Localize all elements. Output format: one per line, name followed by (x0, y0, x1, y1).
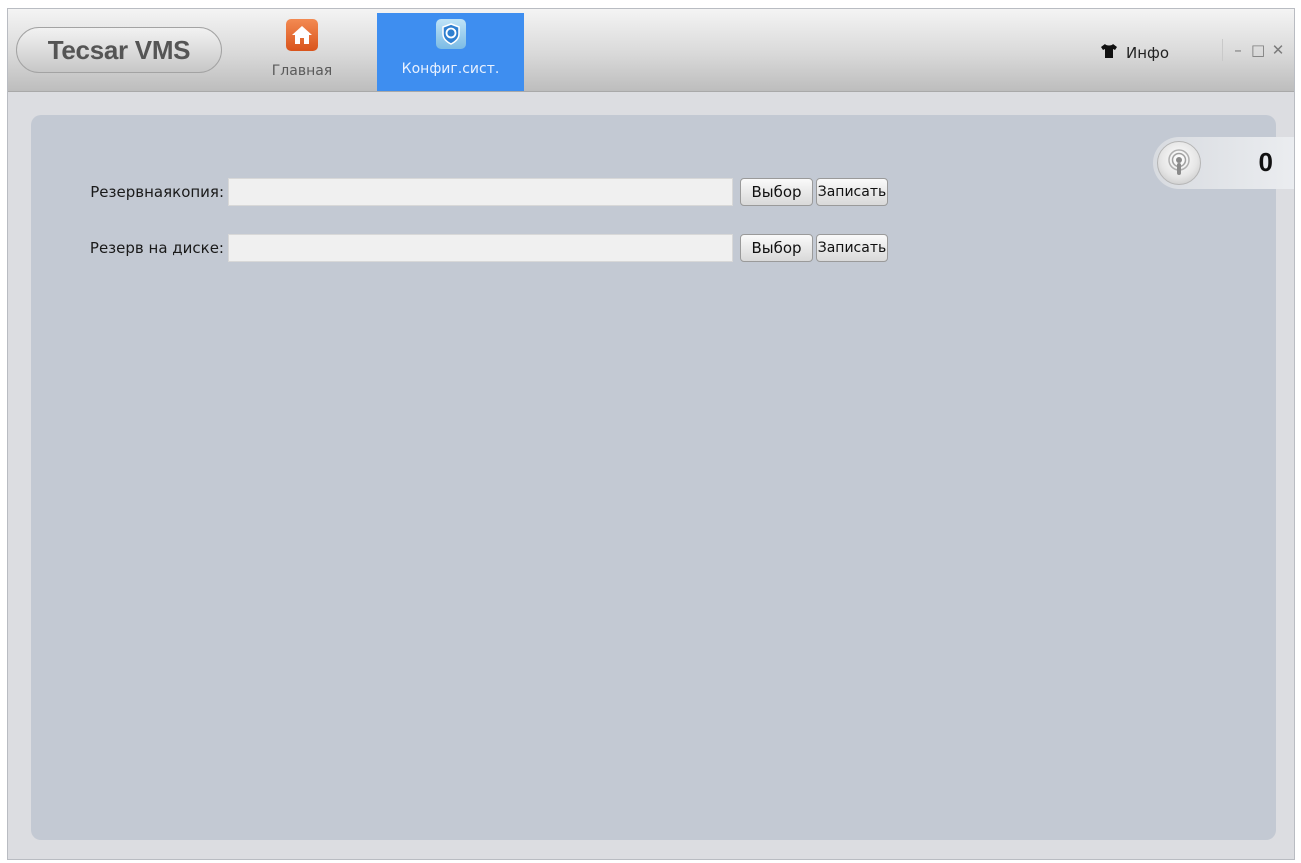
tab-home-label: Главная (271, 63, 333, 79)
alarm-count: 0 (1258, 147, 1273, 177)
title-bar: Tecsar VMS Главная Конфиг.сист. Инфо – □… (8, 9, 1294, 92)
backup-select-button[interactable]: Выбор (740, 178, 813, 206)
disk-backup-label: Резерв на диске: (89, 239, 224, 257)
alarm-speaker-icon (1157, 141, 1201, 185)
app-logo: Tecsar VMS (16, 27, 222, 73)
maximize-button[interactable]: □ (1251, 41, 1265, 59)
backup-write-button[interactable]: Записать (816, 178, 888, 206)
system-config-icon (435, 19, 466, 49)
backup-row: Резервнаякопия: Выбор Записать (31, 177, 888, 207)
app-title: Tecsar VMS (47, 34, 191, 65)
info-label: Инфо (1126, 44, 1170, 62)
shirt-icon (1100, 43, 1118, 63)
alarm-counter[interactable]: 0 (1153, 137, 1294, 189)
window-controls: – □ ✕ (1222, 39, 1294, 61)
backup-label: Резервнаякопия: (90, 183, 224, 201)
tab-system-config[interactable]: Конфиг.сист. (377, 13, 524, 91)
home-icon (286, 19, 318, 51)
backup-path-input[interactable] (228, 178, 733, 206)
tab-system-config-label: Конфиг.сист. (401, 61, 500, 77)
disk-backup-path-input[interactable] (228, 234, 733, 262)
disk-backup-select-button[interactable]: Выбор (740, 234, 813, 262)
app-window: Tecsar VMS Главная Конфиг.сист. Инфо – □… (7, 8, 1295, 860)
tab-home[interactable]: Главная (258, 13, 346, 91)
info-button[interactable]: Инфо (1100, 42, 1169, 64)
minimize-button[interactable]: – (1231, 41, 1245, 59)
close-button[interactable]: ✕ (1271, 41, 1285, 59)
disk-backup-write-button[interactable]: Записать (816, 234, 888, 262)
disk-backup-row: Резерв на диске: Выбор Записать (31, 233, 888, 263)
settings-panel: Резервнаякопия: Выбор Записать Резерв на… (31, 115, 1294, 840)
